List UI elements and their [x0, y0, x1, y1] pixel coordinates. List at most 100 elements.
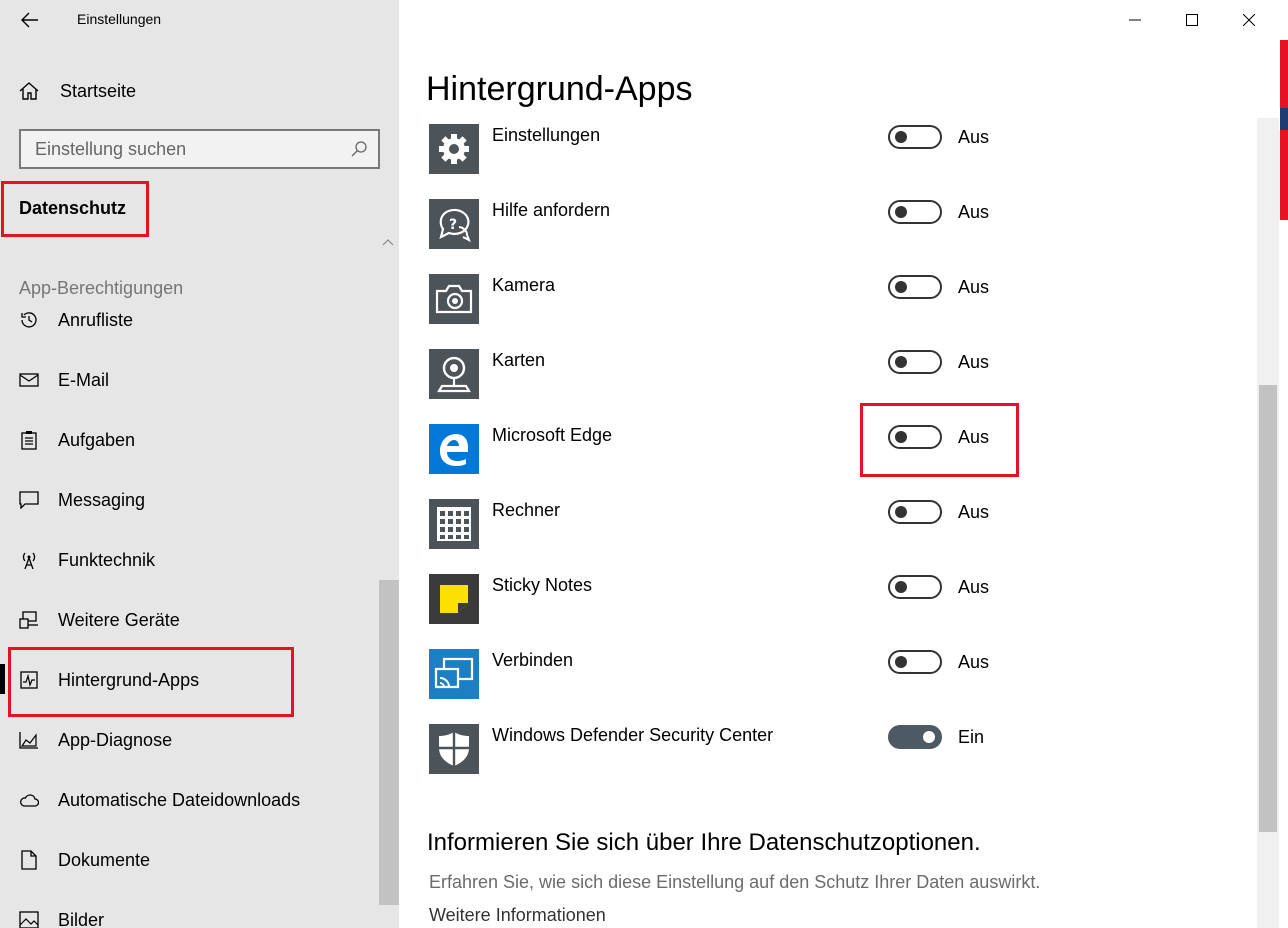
toggle-einstellungen[interactable] [888, 125, 942, 149]
camera-icon [429, 274, 479, 324]
app-row-karten: Karten Aus [429, 349, 1129, 399]
active-item-indicator [0, 664, 5, 694]
highlight-box-edge-toggle [860, 403, 1019, 477]
more-info-link[interactable]: Weitere Informationen [429, 905, 606, 926]
sidebar-item-label: Bilder [58, 909, 105, 928]
toggle-state: Aus [958, 127, 990, 147]
map-pin-icon [429, 349, 479, 399]
minimize-icon [1129, 19, 1141, 21]
maximize-icon [1186, 14, 1198, 26]
app-row-kamera: Kamera Aus [429, 274, 1129, 324]
help-chat-icon: ? [429, 199, 479, 249]
close-icon [1243, 14, 1255, 26]
toggle-state: Aus [958, 277, 990, 297]
home-icon [19, 82, 39, 100]
sidebar-item-app-diagnose[interactable]: App-Diagnose [0, 718, 379, 762]
calculator-icon [429, 499, 479, 549]
app-name: Verbinden [492, 650, 574, 670]
sidebar-item-label: Automatische Dateidownloads [58, 789, 301, 810]
app-name: Windows Defender Security Center [492, 725, 774, 745]
sidebar-item-bilder[interactable]: Bilder [0, 898, 379, 928]
home-label: Startseite [60, 80, 137, 101]
search-box[interactable] [19, 129, 380, 169]
minimize-button[interactable] [1107, 0, 1163, 40]
sidebar-item-anrufliste[interactable]: Anrufliste [0, 310, 379, 342]
toggle-karten[interactable] [888, 350, 942, 374]
app-name: Rechner [492, 500, 561, 520]
background-window-accent [1280, 40, 1288, 220]
sidebar-item-aufgaben[interactable]: Aufgaben [0, 418, 379, 462]
permissions-heading: App-Berechtigungen [19, 278, 184, 298]
home-link[interactable]: Startseite [18, 76, 136, 106]
app-name: Sticky Notes [492, 575, 593, 595]
close-button[interactable] [1221, 0, 1277, 40]
toggle-state: Aus [958, 202, 990, 222]
app-row-sticky-notes: Sticky Notes Aus [429, 574, 1129, 624]
nav-list: Anrufliste E-Mail Aufgaben Messaging Fun… [0, 310, 379, 928]
toggle-sticky-notes[interactable] [888, 575, 942, 599]
search-input[interactable] [21, 131, 341, 167]
sidebar-item-label: Dokumente [58, 849, 151, 870]
task-list-icon [21, 431, 37, 450]
sidebar-item-dokumente[interactable]: Dokumente [0, 838, 379, 882]
app-name: Microsoft Edge [492, 425, 613, 445]
toggle-kamera[interactable] [888, 275, 942, 299]
document-icon [21, 850, 37, 870]
sidebar-item-funktechnik[interactable]: Funktechnik [0, 538, 379, 582]
back-arrow-icon [21, 12, 38, 28]
toggle-state: Aus [958, 652, 990, 672]
edge-icon [429, 424, 479, 474]
sidebar-item-weitere-geraete[interactable]: Weitere Geräte [0, 598, 379, 642]
sidebar-item-label: Funktechnik [58, 549, 156, 570]
area-chart-icon [19, 732, 38, 749]
app-name: Karten [492, 350, 546, 370]
shield-icon [429, 724, 479, 774]
toggle-windows-defender[interactable] [888, 725, 942, 749]
sidebar-item-label: Weitere Geräte [58, 609, 180, 630]
chat-bubble-icon [19, 491, 39, 509]
devices-icon [19, 611, 38, 629]
sidebar: Einstellungen Startseite Datenschutz App… [0, 0, 399, 928]
background-window-marker [1280, 108, 1288, 130]
sidebar-item-label: Anrufliste [58, 310, 134, 330]
privacy-heading: Informieren Sie sich über Ihre Datenschu… [427, 829, 981, 856]
chevron-up-icon[interactable] [382, 238, 394, 246]
mail-icon [19, 373, 39, 387]
toggle-rechner[interactable] [888, 500, 942, 524]
app-row-rechner: Rechner Aus [429, 499, 1129, 549]
toggle-verbinden[interactable] [888, 650, 942, 674]
sidebar-item-automatische-dateidownloads[interactable]: Automatische Dateidownloads [0, 778, 379, 822]
page-title: Hintergrund-Apps [426, 70, 693, 108]
history-icon [21, 312, 37, 328]
sidebar-scrollbar[interactable] [379, 580, 399, 905]
window-title: Einstellungen [77, 11, 162, 27]
app-row-windows-defender: Windows Defender Security Center Ein [429, 724, 1129, 774]
highlight-box-section [1, 181, 149, 237]
sidebar-item-email[interactable]: E-Mail [0, 358, 379, 402]
sidebar-item-label: Aufgaben [58, 429, 136, 450]
main-scrollbar-thumb[interactable] [1259, 385, 1277, 832]
maximize-button[interactable] [1164, 0, 1220, 40]
privacy-text: Erfahren Sie, wie sich diese Einstellung… [429, 872, 1041, 892]
radio-antenna-icon [22, 552, 36, 570]
sidebar-item-messaging[interactable]: Messaging [0, 478, 379, 522]
picture-icon [19, 911, 39, 928]
toggle-hilfe-anfordern[interactable] [888, 200, 942, 224]
cloud-icon [20, 794, 39, 807]
app-row-hilfe-anfordern: ? Hilfe anfordern Aus [429, 199, 1129, 249]
svg-text:?: ? [449, 217, 457, 233]
toggle-state: Ein [958, 727, 985, 747]
main-content: Hintergrund-Apps Einstellungen Aus ? Hil… [399, 0, 1288, 928]
toggle-state: Aus [958, 577, 990, 597]
toggle-state: Aus [958, 502, 990, 522]
back-button[interactable] [16, 6, 44, 34]
sidebar-item-label: App-Diagnose [58, 729, 173, 750]
sidebar-item-label: Messaging [58, 489, 146, 510]
sticky-note-icon [429, 574, 479, 624]
connect-icon [429, 649, 479, 699]
sidebar-item-label: E-Mail [58, 369, 110, 390]
search-icon[interactable] [350, 140, 368, 158]
app-row-microsoft-edge: Microsoft Edge Aus [429, 424, 1129, 474]
app-name: Kamera [492, 275, 556, 295]
toggle-state: Aus [958, 352, 990, 372]
